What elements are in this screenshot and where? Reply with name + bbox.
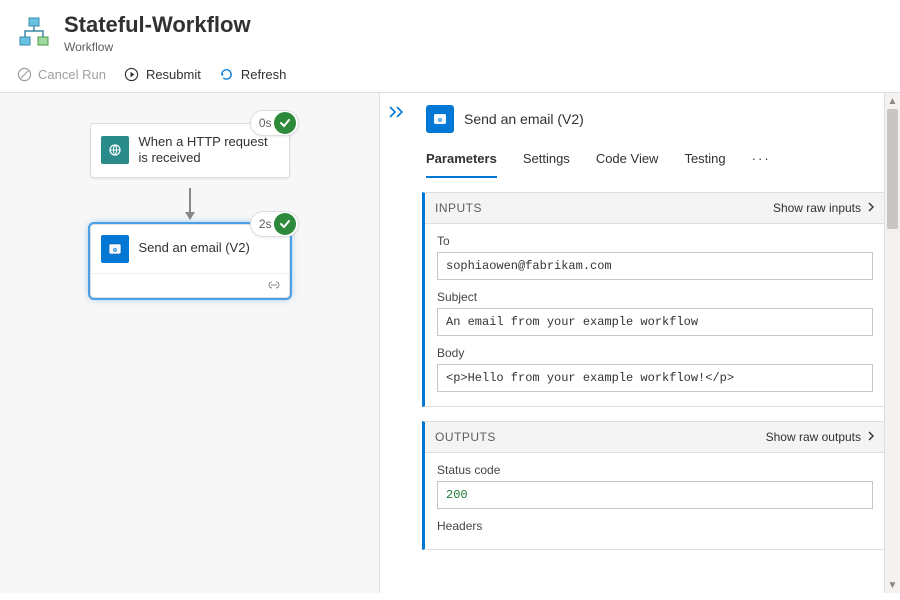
detail-tabs: Parameters Settings Code View Testing ··… [422, 147, 886, 178]
collapse-panel-button[interactable] [380, 93, 414, 593]
trigger-node[interactable]: 0s When a HTTP request is received [90, 123, 290, 178]
scroll-thumb[interactable] [887, 109, 898, 229]
show-raw-inputs-link[interactable]: Show raw inputs [773, 201, 875, 215]
main-split: 0s When a HTTP request is received 2s [0, 93, 900, 593]
http-request-icon [101, 136, 129, 164]
action-bar: Cancel Run Resubmit Refresh [0, 60, 900, 93]
svg-text:o: o [438, 115, 442, 124]
page-title: Stateful-Workflow [64, 12, 251, 38]
cancel-run-button: Cancel Run [16, 66, 106, 82]
workflow-canvas[interactable]: 0s When a HTTP request is received 2s [0, 93, 380, 593]
outlook-icon: o [426, 105, 454, 133]
outputs-section: OUTPUTS Show raw outputs Status code 200… [422, 421, 886, 550]
status-code-value[interactable]: 200 [437, 481, 873, 509]
page-subtitle: Workflow [64, 40, 251, 54]
chevron-right-icon [867, 201, 875, 215]
show-raw-outputs-label: Show raw outputs [766, 430, 861, 444]
to-value[interactable]: sophiaowen@fabrikam.com [437, 252, 873, 280]
detail-title: Send an email (V2) [464, 111, 584, 127]
logicapp-icon [16, 16, 52, 52]
detail-panel: o Send an email (V2) Parameters Settings… [380, 93, 900, 593]
outlook-icon: o [101, 235, 129, 263]
status-code-label: Status code [437, 463, 873, 477]
inputs-section: INPUTS Show raw inputs To sophiaowen@fab… [422, 192, 886, 407]
tab-code-view[interactable]: Code View [596, 147, 659, 178]
scroll-down-arrow[interactable]: ▼ [885, 577, 900, 593]
action-label: Send an email (V2) [139, 240, 250, 256]
headers-label: Headers [437, 519, 873, 533]
inputs-heading: INPUTS [435, 201, 482, 215]
subject-label: Subject [437, 290, 873, 304]
tab-more[interactable]: ··· [752, 147, 771, 178]
success-check-icon [274, 112, 296, 134]
scroll-track[interactable] [885, 109, 900, 577]
cancel-icon [16, 66, 32, 82]
svg-text:o: o [113, 245, 117, 254]
body-value[interactable]: <p>Hello from your example workflow!</p> [437, 364, 873, 392]
trigger-duration: 0s [259, 116, 272, 130]
outputs-heading: OUTPUTS [435, 430, 496, 444]
action-status-chip: 2s [250, 211, 299, 237]
send-email-node[interactable]: 2s o Send an email (V2) [90, 224, 290, 298]
show-raw-inputs-label: Show raw inputs [773, 201, 861, 215]
tab-settings[interactable]: Settings [523, 147, 570, 178]
chevron-right-icon [867, 430, 875, 444]
scroll-up-arrow[interactable]: ▲ [885, 93, 900, 109]
page-header: Stateful-Workflow Workflow [0, 0, 900, 60]
refresh-label: Refresh [241, 67, 287, 82]
resubmit-icon [124, 66, 140, 82]
to-label: To [437, 234, 873, 248]
body-label: Body [437, 346, 873, 360]
trigger-label: When a HTTP request is received [139, 134, 279, 167]
connector-arrow [189, 188, 191, 218]
success-check-icon [274, 213, 296, 235]
subject-value[interactable]: An email from your example workflow [437, 308, 873, 336]
refresh-icon [219, 66, 235, 82]
resubmit-button[interactable]: Resubmit [124, 66, 201, 82]
panel-scrollbar[interactable]: ▲ ▼ [884, 93, 900, 593]
link-icon [267, 278, 281, 293]
show-raw-outputs-link[interactable]: Show raw outputs [766, 430, 875, 444]
refresh-button[interactable]: Refresh [219, 66, 287, 82]
trigger-status-chip: 0s [250, 110, 299, 136]
tab-testing[interactable]: Testing [684, 147, 725, 178]
tab-parameters[interactable]: Parameters [426, 147, 497, 178]
cancel-run-label: Cancel Run [38, 67, 106, 82]
action-duration: 2s [259, 217, 272, 231]
resubmit-label: Resubmit [146, 67, 201, 82]
